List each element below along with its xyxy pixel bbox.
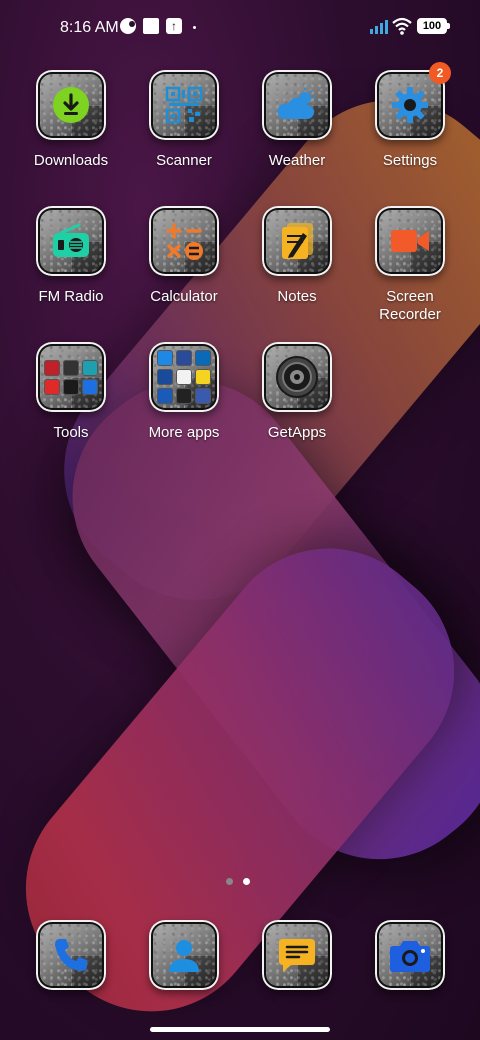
mini-app-icon bbox=[176, 369, 192, 385]
app-getapps[interactable]: GetApps bbox=[241, 342, 353, 442]
downloads-app-icon[interactable] bbox=[36, 70, 106, 140]
battery-icon: 100 bbox=[417, 18, 450, 34]
mini-app-icon bbox=[157, 388, 173, 404]
app-weather[interactable]: Weather bbox=[241, 70, 353, 170]
app-scanner[interactable]: Scanner bbox=[128, 70, 240, 170]
mini-app-icon bbox=[82, 378, 98, 395]
page-dot[interactable] bbox=[226, 878, 233, 885]
app-label: More apps bbox=[148, 424, 220, 441]
calculator-icon bbox=[166, 223, 203, 260]
home-indicator[interactable] bbox=[150, 1027, 330, 1032]
screen-recorder-app-icon[interactable] bbox=[375, 206, 445, 276]
dock-phone[interactable] bbox=[15, 920, 127, 990]
gallery-icon bbox=[143, 18, 159, 34]
notification-badge: 2 bbox=[429, 62, 451, 84]
signal-icon bbox=[370, 19, 390, 34]
phone-app-icon[interactable] bbox=[36, 920, 106, 990]
status-time: 8:16 AM bbox=[60, 19, 119, 36]
messages-app-icon[interactable] bbox=[262, 920, 332, 990]
upload-icon: ↑ bbox=[166, 18, 182, 34]
mini-app-icon bbox=[176, 388, 192, 404]
calculator-app-icon[interactable] bbox=[149, 206, 219, 276]
camera-icon bbox=[390, 941, 430, 972]
qr-code-icon bbox=[165, 86, 203, 124]
mini-app-icon bbox=[63, 378, 79, 395]
phone-icon bbox=[55, 939, 87, 971]
app-label: Scanner bbox=[156, 152, 212, 169]
getapps-app-icon[interactable] bbox=[262, 342, 332, 412]
notification-dot-icon bbox=[193, 26, 196, 29]
page-indicator[interactable] bbox=[226, 878, 250, 885]
dock-contacts[interactable] bbox=[128, 920, 240, 990]
app-more-apps-folder[interactable]: More apps bbox=[128, 342, 240, 442]
page-dot-active[interactable] bbox=[243, 878, 250, 885]
mini-app-icon bbox=[176, 350, 192, 366]
wifi-icon bbox=[392, 17, 412, 35]
folder-preview bbox=[156, 349, 212, 405]
radio-icon bbox=[53, 223, 89, 257]
dock-camera[interactable] bbox=[354, 920, 466, 990]
mini-app-icon bbox=[63, 359, 79, 376]
app-calculator[interactable]: Calculator bbox=[128, 206, 240, 306]
mini-app-icon bbox=[195, 369, 211, 385]
contacts-icon bbox=[169, 940, 199, 972]
lens-icon bbox=[276, 356, 318, 398]
app-downloads[interactable]: Downloads bbox=[15, 70, 127, 170]
app-screen-recorder[interactable]: Screen Recorder bbox=[354, 206, 466, 324]
mini-app-icon bbox=[195, 350, 211, 366]
camera-app-icon[interactable] bbox=[375, 920, 445, 990]
notes-app-icon[interactable] bbox=[262, 206, 332, 276]
contacts-app-icon[interactable] bbox=[149, 920, 219, 990]
weather-app-icon[interactable] bbox=[262, 70, 332, 140]
app-label: Weather bbox=[268, 152, 326, 169]
scanner-app-icon[interactable] bbox=[149, 70, 219, 140]
notes-icon bbox=[282, 223, 313, 259]
app-label: FM Radio bbox=[38, 288, 104, 305]
app-tools-folder[interactable]: Tools bbox=[15, 342, 127, 442]
app-label: Notes bbox=[277, 288, 317, 305]
app-label: Calculator bbox=[150, 288, 218, 305]
mini-app-icon bbox=[157, 350, 173, 366]
download-icon bbox=[53, 87, 89, 123]
app-settings[interactable]: 2 Settings bbox=[354, 62, 466, 170]
mini-app-icon bbox=[44, 359, 60, 376]
more-apps-folder-icon[interactable] bbox=[149, 342, 219, 412]
app-notes[interactable]: Notes bbox=[241, 206, 353, 306]
gear-icon bbox=[392, 87, 428, 123]
folder-preview bbox=[43, 349, 99, 405]
tools-folder-icon[interactable] bbox=[36, 342, 106, 412]
app-fm-radio[interactable]: FM Radio bbox=[15, 206, 127, 306]
status-bar: 8:16 AM ↑ 100 bbox=[0, 0, 480, 56]
settings-app-icon[interactable]: 2 bbox=[375, 62, 451, 140]
app-label: GetApps bbox=[267, 424, 327, 441]
message-icon bbox=[279, 939, 315, 972]
app-label: Settings bbox=[382, 152, 438, 169]
mini-app-icon bbox=[44, 378, 60, 395]
fm-radio-app-icon[interactable] bbox=[36, 206, 106, 276]
app-label: Downloads bbox=[33, 152, 109, 169]
dock-messages[interactable] bbox=[241, 920, 353, 990]
video-camera-icon bbox=[391, 230, 429, 252]
cloud-sun-icon bbox=[277, 88, 315, 119]
data-saver-icon bbox=[120, 18, 136, 34]
app-label: Tools bbox=[53, 424, 89, 441]
mini-app-icon bbox=[195, 388, 211, 404]
app-label: Screen Recorder bbox=[379, 288, 441, 323]
mini-app-icon bbox=[157, 369, 173, 385]
mini-app-icon bbox=[82, 359, 98, 376]
